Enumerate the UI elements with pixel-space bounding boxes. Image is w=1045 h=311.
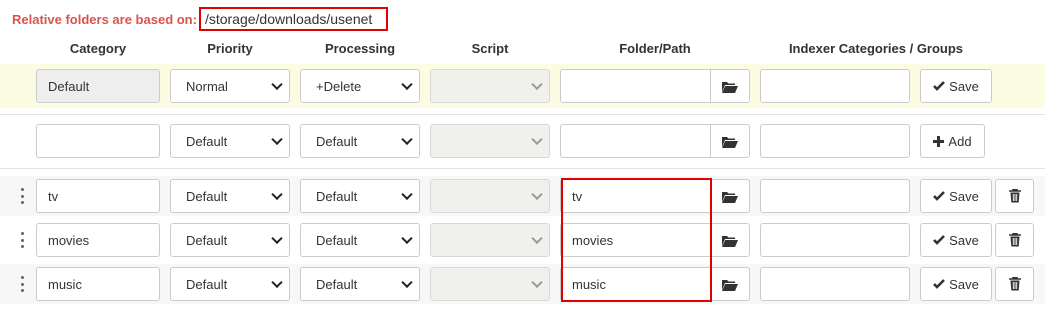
base-folder-path: /storage/downloads/usenet bbox=[198, 7, 388, 31]
chevron-down-icon bbox=[271, 188, 283, 201]
chevron-down-icon bbox=[271, 276, 283, 289]
chevron-down-icon bbox=[401, 133, 413, 146]
script-select[interactable] bbox=[430, 179, 550, 213]
base-folder-notice: Relative folders are based on: /storage/… bbox=[12, 7, 388, 31]
script-select[interactable] bbox=[430, 223, 550, 257]
check-icon bbox=[933, 279, 946, 289]
browse-folder-button[interactable] bbox=[710, 223, 750, 257]
folder-open-icon bbox=[722, 81, 738, 93]
chevron-down-icon bbox=[531, 133, 543, 146]
folder-path-input[interactable] bbox=[560, 124, 711, 158]
folder-path-input[interactable]: music bbox=[560, 267, 711, 301]
chevron-down-icon bbox=[271, 133, 283, 146]
base-folder-label: Relative folders are based on: bbox=[12, 11, 197, 27]
row-divider bbox=[0, 168, 1045, 169]
priority-select[interactable]: Normal bbox=[170, 69, 290, 103]
processing-select[interactable]: +Delete bbox=[300, 69, 420, 103]
new-category-row: Default Default Add bbox=[0, 114, 1045, 168]
processing-select[interactable]: Default bbox=[300, 223, 420, 257]
chevron-down-icon bbox=[531, 232, 543, 245]
chevron-down-icon bbox=[531, 276, 543, 289]
category-name-field[interactable]: Default bbox=[36, 69, 160, 103]
browse-folder-button[interactable] bbox=[710, 267, 750, 301]
processing-select[interactable]: Default bbox=[300, 179, 420, 213]
browse-folder-button[interactable] bbox=[710, 124, 750, 158]
drag-handle-icon[interactable] bbox=[21, 276, 25, 292]
column-header-processing: Processing bbox=[324, 41, 396, 56]
add-category-button[interactable]: Add bbox=[920, 124, 985, 158]
category-row: music Default Default music Save bbox=[0, 264, 1045, 304]
delete-category-button[interactable] bbox=[995, 267, 1034, 301]
browse-folder-button[interactable] bbox=[710, 69, 750, 103]
folder-open-icon bbox=[722, 235, 738, 247]
check-icon bbox=[933, 81, 946, 91]
folder-path-input[interactable]: tv bbox=[560, 179, 711, 213]
delete-category-button[interactable] bbox=[995, 179, 1034, 213]
new-category-name-input[interactable] bbox=[36, 124, 160, 158]
folder-open-icon bbox=[722, 136, 738, 148]
plus-icon bbox=[933, 135, 945, 147]
column-header-indexer: Indexer Categories / Groups bbox=[788, 41, 964, 56]
folder-open-icon bbox=[722, 191, 738, 203]
processing-select[interactable]: Default bbox=[300, 124, 420, 158]
chevron-down-icon bbox=[401, 232, 413, 245]
category-row: movies Default Default movies Save bbox=[0, 220, 1045, 260]
script-select[interactable] bbox=[430, 267, 550, 301]
check-icon bbox=[933, 191, 946, 201]
chevron-down-icon bbox=[531, 188, 543, 201]
category-name-input[interactable]: tv bbox=[36, 179, 160, 213]
script-select[interactable] bbox=[430, 124, 550, 158]
priority-select[interactable]: Default bbox=[170, 179, 290, 213]
priority-select[interactable]: Default bbox=[170, 267, 290, 301]
save-button[interactable]: Save bbox=[920, 69, 992, 103]
priority-select[interactable]: Default bbox=[170, 223, 290, 257]
indexer-categories-input[interactable] bbox=[760, 69, 910, 103]
indexer-categories-input[interactable] bbox=[760, 124, 910, 158]
trash-icon bbox=[1008, 277, 1021, 291]
folder-path-input[interactable]: movies bbox=[560, 223, 711, 257]
category-name-input[interactable]: movies bbox=[36, 223, 160, 257]
browse-folder-button[interactable] bbox=[710, 179, 750, 213]
trash-icon bbox=[1008, 189, 1021, 203]
priority-select[interactable]: Default bbox=[170, 124, 290, 158]
check-icon bbox=[933, 235, 946, 245]
column-header-priority: Priority bbox=[207, 41, 253, 56]
delete-category-button[interactable] bbox=[995, 223, 1034, 257]
indexer-categories-input[interactable] bbox=[760, 223, 910, 257]
chevron-down-icon bbox=[271, 232, 283, 245]
folder-path-input[interactable] bbox=[560, 69, 711, 103]
indexer-categories-input[interactable] bbox=[760, 179, 910, 213]
chevron-down-icon bbox=[401, 276, 413, 289]
column-header-category: Category bbox=[69, 41, 127, 56]
default-category-row: Default Normal +Delete Save bbox=[0, 64, 1045, 108]
column-header-script: Script bbox=[471, 41, 509, 56]
save-button[interactable]: Save bbox=[920, 267, 992, 301]
category-name-input[interactable]: music bbox=[36, 267, 160, 301]
save-button[interactable]: Save bbox=[920, 179, 992, 213]
processing-select[interactable]: Default bbox=[300, 267, 420, 301]
chevron-down-icon bbox=[271, 78, 283, 91]
chevron-down-icon bbox=[531, 78, 543, 91]
script-select[interactable] bbox=[430, 69, 550, 103]
chevron-down-icon bbox=[401, 78, 413, 91]
folder-open-icon bbox=[722, 279, 738, 291]
save-button[interactable]: Save bbox=[920, 223, 992, 257]
category-row: tv Default Default tv Save bbox=[0, 176, 1045, 216]
drag-handle-icon[interactable] bbox=[21, 188, 25, 204]
drag-handle-icon[interactable] bbox=[21, 232, 25, 248]
column-header-folder: Folder/Path bbox=[619, 41, 691, 56]
chevron-down-icon bbox=[401, 188, 413, 201]
trash-icon bbox=[1008, 233, 1021, 247]
indexer-categories-input[interactable] bbox=[760, 267, 910, 301]
